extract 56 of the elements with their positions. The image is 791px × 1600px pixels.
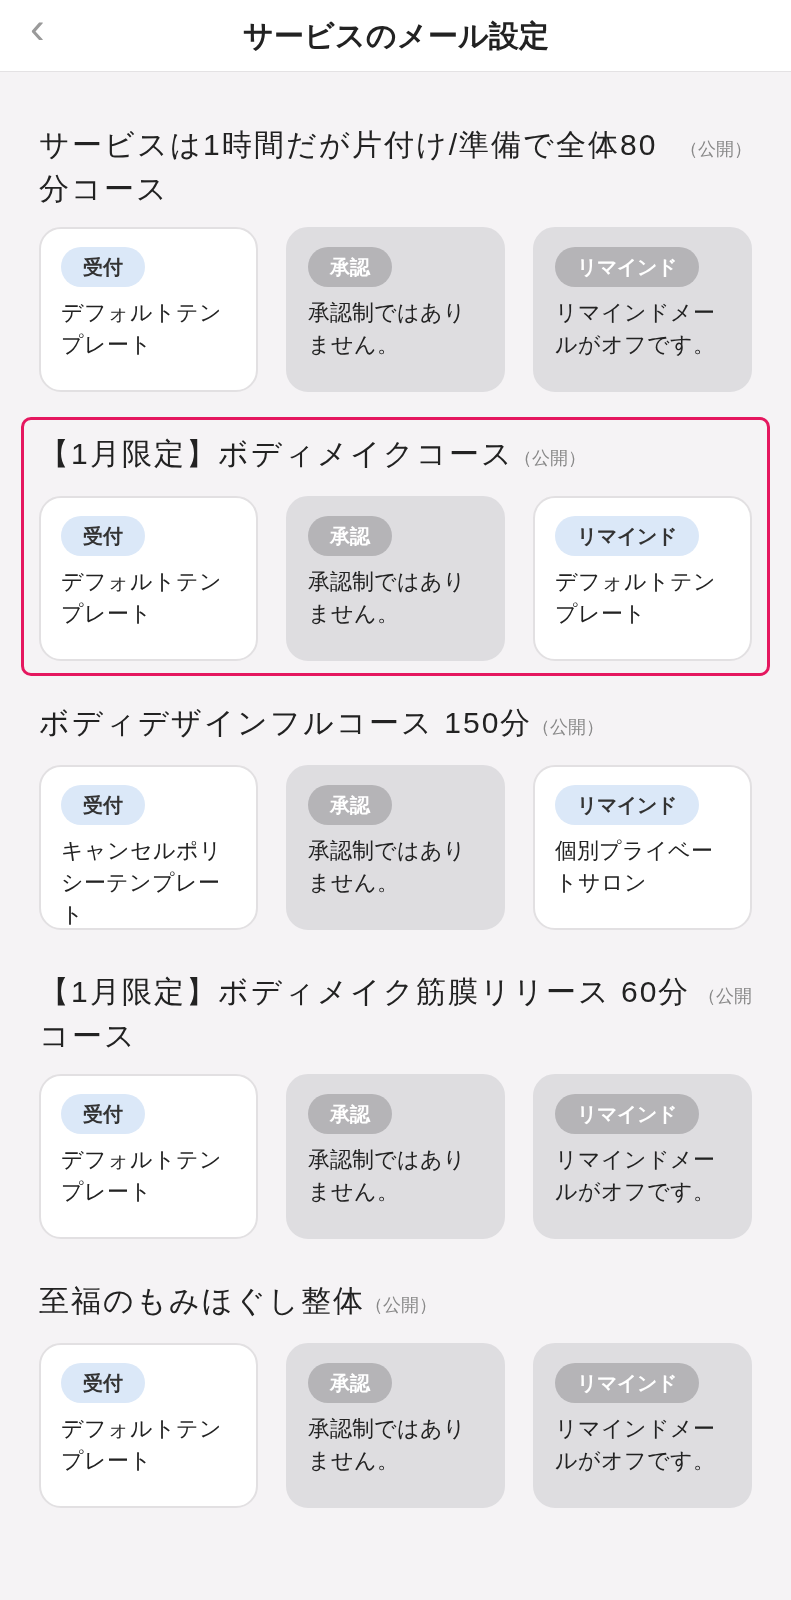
category-badge: リマインド xyxy=(555,247,699,287)
service-title: 【1月限定】ボディメイク筋膜リリース 60分コース xyxy=(39,974,692,1054)
category-badge: 受付 xyxy=(61,516,145,556)
template-text: 承認制ではありません。 xyxy=(308,299,467,359)
mail-setting-card[interactable]: 承認 承認制ではありません。 xyxy=(286,496,505,661)
mail-setting-card[interactable]: 承認 承認制ではありません。 xyxy=(286,1074,505,1239)
visibility-status: （公開） xyxy=(532,716,605,739)
template-text: 承認制ではありません。 xyxy=(308,568,467,628)
template-text: リマインドメールがオフです。 xyxy=(555,1146,716,1206)
mail-setting-card[interactable]: 承認 承認制ではありません。 xyxy=(286,765,505,930)
category-badge: 受付 xyxy=(61,785,145,825)
mail-setting-card[interactable]: 承認 承認制ではありません。 xyxy=(286,227,505,392)
template-text: 承認制ではありません。 xyxy=(308,1146,467,1206)
visibility-status: （公開） xyxy=(513,447,586,470)
mail-setting-card[interactable]: 受付 デフォルトテンプレート xyxy=(39,496,258,661)
category-badge: 承認 xyxy=(308,516,392,556)
template-text: 承認制ではありません。 xyxy=(308,1415,467,1475)
template-text: デフォルトテンプレート xyxy=(61,1415,223,1475)
category-badge: リマインド xyxy=(555,785,699,825)
template-text: リマインドメールがオフです。 xyxy=(555,1415,716,1475)
mail-setting-card[interactable]: 受付 デフォルトテンプレート xyxy=(39,1343,258,1508)
template-text: 個別プライベートサロン xyxy=(555,837,714,897)
service-title: 至福のもみほぐし整体 xyxy=(39,1283,365,1319)
service-title: 【1月限定】ボディメイクコース xyxy=(39,436,514,472)
visibility-status: （公開 xyxy=(698,985,752,1008)
service-title: ボディデザインフルコース 150分 xyxy=(39,705,533,741)
category-badge: 承認 xyxy=(308,1363,392,1403)
template-text: キャンセルポリシーテンプレート xyxy=(61,837,223,929)
category-badge: 承認 xyxy=(308,785,392,825)
category-badge: リマインド xyxy=(555,1363,699,1403)
category-badge: 受付 xyxy=(61,1094,145,1134)
mail-setting-card[interactable]: リマインド リマインドメールがオフです。 xyxy=(533,1074,752,1239)
template-text: デフォルトテンプレート xyxy=(61,299,223,359)
template-text: デフォルトテンプレート xyxy=(555,568,717,628)
template-text: デフォルトテンプレート xyxy=(61,1146,223,1206)
template-text: 承認制ではありません。 xyxy=(308,837,467,897)
mail-setting-card[interactable]: 受付 デフォルトテンプレート xyxy=(39,1074,258,1239)
visibility-status: （公開） xyxy=(680,138,752,161)
visibility-status: （公開） xyxy=(365,1294,437,1317)
mail-setting-card[interactable]: 受付 デフォルトテンプレート xyxy=(39,227,258,392)
category-badge: 受付 xyxy=(61,1363,145,1403)
mail-setting-card[interactable]: 受付 キャンセルポリシーテンプレート xyxy=(39,765,258,930)
template-text: リマインドメールがオフです。 xyxy=(555,299,716,359)
template-text: デフォルトテンプレート xyxy=(61,568,223,628)
service-title: サービスは1時間だが片付け/準備で全体80分コース xyxy=(39,127,659,207)
category-badge: 承認 xyxy=(308,1094,392,1134)
mail-setting-card[interactable]: リマインド デフォルトテンプレート xyxy=(533,496,752,661)
mail-setting-card[interactable]: 承認 承認制ではありません。 xyxy=(286,1343,505,1508)
page-title: サービスのメール設定 xyxy=(242,18,549,54)
mail-setting-card[interactable]: リマインド リマインドメールがオフです。 xyxy=(533,227,752,392)
mail-setting-card[interactable]: リマインド 個別プライベートサロン xyxy=(533,765,752,930)
mail-setting-card[interactable]: リマインド リマインドメールがオフです。 xyxy=(533,1343,752,1508)
category-badge: リマインド xyxy=(555,1094,699,1134)
category-badge: 承認 xyxy=(308,247,392,287)
category-badge: リマインド xyxy=(555,516,699,556)
category-badge: 受付 xyxy=(61,247,145,287)
